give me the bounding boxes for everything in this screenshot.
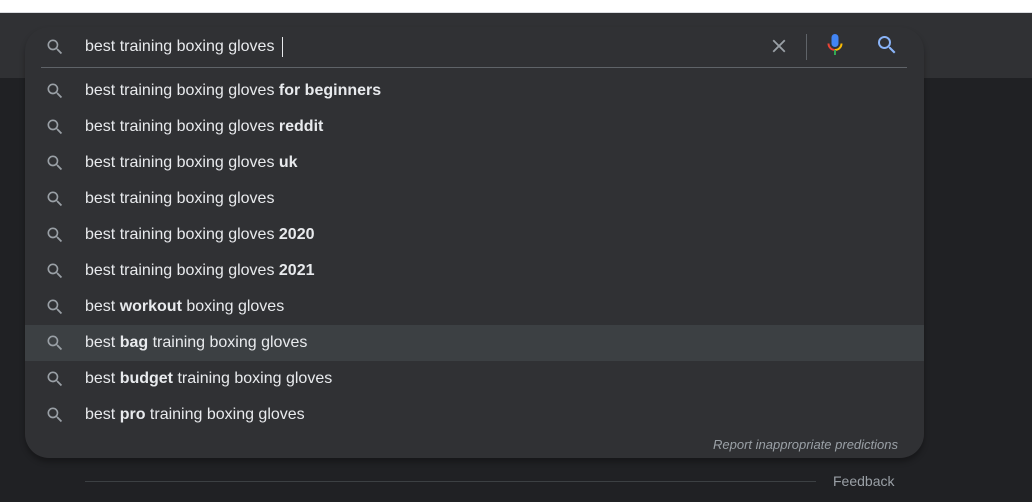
suggestion-text: best workout boxing gloves xyxy=(85,297,284,317)
search-icon xyxy=(45,261,65,281)
suggestion-prefix: best training boxing gloves xyxy=(85,190,275,207)
search-input[interactable]: best training boxing gloves xyxy=(85,37,283,57)
clear-search-button[interactable] xyxy=(767,36,791,60)
search-suggestions-dropdown: best training boxing gloves best trainin… xyxy=(25,27,924,458)
search-bar: best training boxing gloves xyxy=(25,27,924,67)
search-icon xyxy=(45,333,65,353)
text-caret xyxy=(281,37,283,57)
suggestion-item[interactable]: best bag training boxing gloves xyxy=(25,325,924,361)
suggestion-prefix: best xyxy=(85,334,120,351)
suggestion-prefix: best training boxing gloves xyxy=(85,154,279,171)
suggestion-item[interactable]: best training boxing gloves uk xyxy=(25,145,924,181)
suggestion-highlight: 2021 xyxy=(278,262,315,279)
suggestion-prefix: best xyxy=(85,298,120,315)
suggestion-prefix: best xyxy=(85,370,120,387)
suggestion-item[interactable]: best pro training boxing gloves xyxy=(25,397,924,433)
suggestion-item[interactable]: best training boxing gloves 2021 xyxy=(25,253,924,289)
close-icon xyxy=(768,35,790,62)
suggestion-prefix: best training boxing gloves xyxy=(85,118,279,135)
search-icon xyxy=(45,153,65,173)
suggestion-text: best training boxing gloves reddit xyxy=(85,117,323,137)
suggestion-highlight: workout xyxy=(119,298,182,315)
suggestion-suffix: training boxing gloves xyxy=(145,406,305,423)
suggestion-prefix: best training boxing gloves xyxy=(85,82,279,99)
search-icon xyxy=(45,405,65,425)
suggestion-highlight: for beginners xyxy=(278,82,382,99)
suggestion-item[interactable]: best budget training boxing gloves xyxy=(25,361,924,397)
suggestion-prefix: best xyxy=(85,406,120,423)
suggestion-highlight: budget xyxy=(119,370,174,387)
suggestion-suffix: training boxing gloves xyxy=(148,334,308,351)
search-bar-divider xyxy=(806,34,807,60)
search-icon xyxy=(875,33,899,62)
report-predictions-link[interactable]: Report inappropriate predictions xyxy=(713,437,898,452)
search-query-text: best training boxing gloves xyxy=(85,38,279,55)
feedback-link[interactable]: Feedback xyxy=(833,473,894,489)
search-icon xyxy=(45,369,65,389)
suggestion-highlight: bag xyxy=(119,334,149,351)
search-icon xyxy=(45,297,65,317)
browser-top-strip xyxy=(0,0,1032,13)
suggestion-text: best pro training boxing gloves xyxy=(85,405,305,425)
suggestion-highlight: 2020 xyxy=(278,226,315,243)
search-icon xyxy=(45,117,65,137)
search-icon xyxy=(45,37,65,57)
suggestion-item[interactable]: best training boxing gloves 2020 xyxy=(25,217,924,253)
suggestion-text: best training boxing gloves xyxy=(85,189,274,209)
suggestion-suffix: training boxing gloves xyxy=(173,370,333,387)
suggestion-prefix: best training boxing gloves xyxy=(85,226,279,243)
suggestion-highlight: pro xyxy=(119,406,146,423)
suggestion-text: best bag training boxing gloves xyxy=(85,333,307,353)
suggestion-text: best training boxing gloves 2020 xyxy=(85,225,315,245)
suggestion-text: best budget training boxing gloves xyxy=(85,369,332,389)
suggestion-item[interactable]: best training boxing gloves for beginner… xyxy=(25,73,924,109)
search-icon xyxy=(45,189,65,209)
suggestion-text: best training boxing gloves 2021 xyxy=(85,261,315,281)
suggestion-text: best training boxing gloves for beginner… xyxy=(85,81,381,101)
suggestion-item[interactable]: best workout boxing gloves xyxy=(25,289,924,325)
search-divider xyxy=(41,67,907,68)
search-submit-button[interactable] xyxy=(875,34,899,60)
search-icon xyxy=(45,81,65,101)
suggestion-suffix: boxing gloves xyxy=(181,298,285,315)
suggestion-item[interactable]: best training boxing gloves reddit xyxy=(25,109,924,145)
footer-divider xyxy=(85,481,816,482)
suggestion-text: best training boxing gloves uk xyxy=(85,153,298,173)
suggestion-prefix: best training boxing gloves xyxy=(85,262,279,279)
suggestion-list: best training boxing gloves for beginner… xyxy=(25,73,924,433)
search-icon xyxy=(45,225,65,245)
microphone-icon xyxy=(827,33,843,62)
suggestion-highlight: uk xyxy=(278,154,298,171)
suggestion-item[interactable]: best training boxing gloves xyxy=(25,181,924,217)
suggestion-highlight: reddit xyxy=(278,118,324,135)
voice-search-button[interactable] xyxy=(823,33,847,62)
